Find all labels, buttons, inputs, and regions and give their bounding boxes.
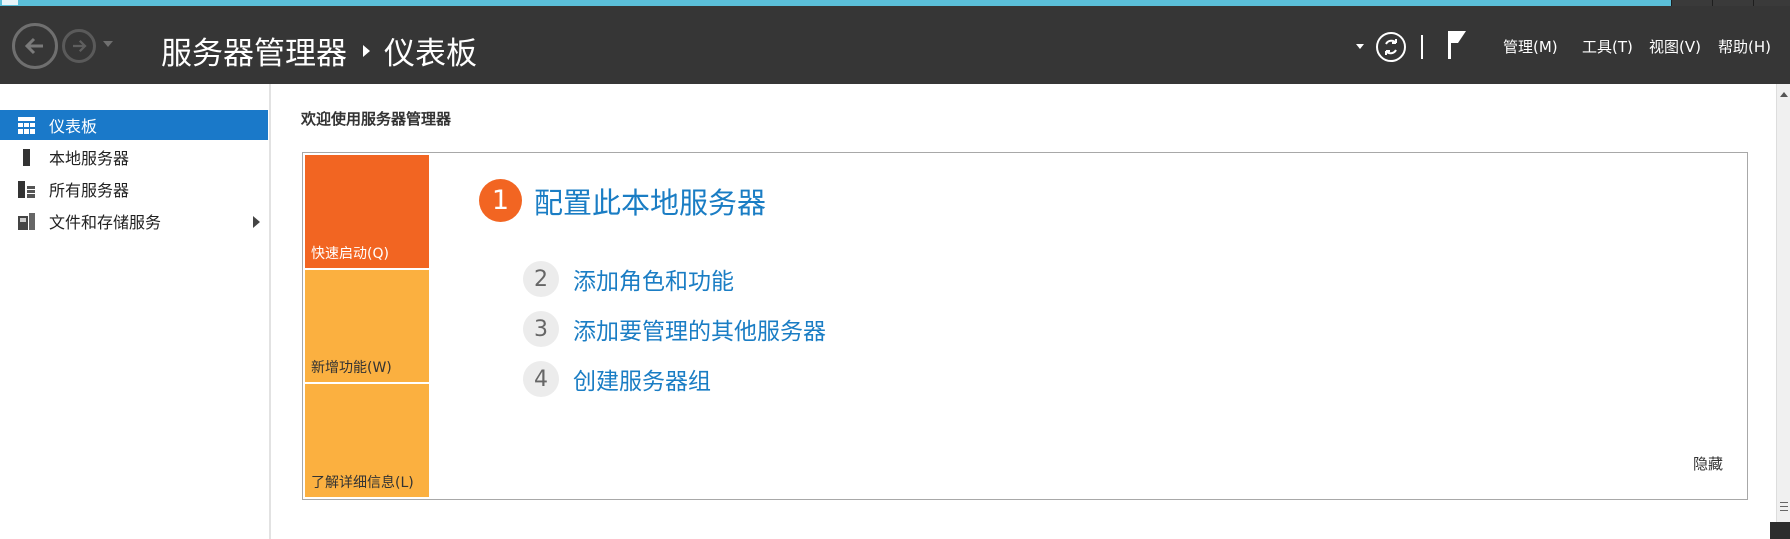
step-add-roles[interactable]: 2 添加角色和功能 — [523, 261, 734, 297]
dashboard-icon — [18, 116, 35, 134]
sidebar-item-local-server[interactable]: 本地服务器 — [0, 142, 268, 172]
step-link[interactable]: 添加角色和功能 — [573, 262, 734, 296]
sidebar-item-label: 文件和存储服务 — [49, 213, 162, 232]
welcome-panel: 快速启动(Q) 新增功能(W) 了解详细信息(L) 1 配置此本地服务器 2 添… — [302, 152, 1748, 500]
sidebar-item-label: 本地服务器 — [49, 149, 130, 168]
breadcrumb-dropdown-icon[interactable] — [1356, 44, 1364, 49]
step-number-badge: 3 — [523, 311, 559, 347]
header-bar: 服务器管理器 仪表板 管理(M) 工具(T) 视图(V) 帮助(H) — [0, 6, 1790, 84]
hide-link[interactable]: 隐藏 — [1693, 453, 1723, 474]
corner-widget — [1770, 522, 1790, 539]
back-arrow-icon — [24, 37, 43, 55]
tile-label: 快速启动(Q) — [311, 246, 389, 262]
history-dropdown-icon[interactable] — [103, 41, 113, 47]
all-servers-icon — [18, 180, 35, 198]
sidebar-item-label: 仪表板 — [49, 117, 98, 136]
tile-learn-more[interactable]: 了解详细信息(L) — [305, 384, 429, 497]
step-configure-local-server[interactable]: 1 配置此本地服务器 — [479, 179, 766, 222]
tile-label: 新增功能(W) — [311, 360, 392, 376]
breadcrumb-root[interactable]: 服务器管理器 — [161, 28, 347, 73]
step-link[interactable]: 添加要管理的其他服务器 — [573, 312, 826, 346]
step-number-badge: 2 — [523, 261, 559, 297]
sidebar-item-dashboard[interactable]: 仪表板 — [0, 110, 268, 140]
scroll-up-icon[interactable] — [1780, 92, 1788, 97]
welcome-heading: 欢迎使用服务器管理器 — [301, 110, 452, 128]
step-add-servers[interactable]: 3 添加要管理的其他服务器 — [523, 311, 826, 347]
breadcrumb: 服务器管理器 仪表板 — [161, 28, 477, 73]
tile-whats-new[interactable]: 新增功能(W) — [305, 270, 429, 382]
sidebar-item-all-servers[interactable]: 所有服务器 — [0, 174, 268, 204]
vertical-scrollbar[interactable] — [1776, 84, 1790, 539]
menu-manage[interactable]: 管理(M) — [1503, 36, 1558, 57]
tile-quick-start[interactable]: 快速启动(Q) — [305, 155, 429, 268]
menu-help[interactable]: 帮助(H) — [1718, 36, 1771, 57]
forward-button[interactable] — [62, 29, 96, 63]
toolbar-divider — [1421, 35, 1423, 59]
menu-view[interactable]: 视图(V) — [1649, 36, 1701, 57]
tile-label: 了解详细信息(L) — [311, 475, 414, 491]
menu-tools[interactable]: 工具(T) — [1582, 36, 1633, 57]
step-link[interactable]: 创建服务器组 — [573, 362, 711, 396]
refresh-icon — [1385, 39, 1397, 55]
back-button[interactable] — [12, 23, 58, 69]
sidebar: 仪表板 本地服务器 所有服务器 文件和存储服务 — [0, 84, 271, 539]
sidebar-item-label: 所有服务器 — [49, 181, 130, 200]
step-number-badge: 1 — [479, 179, 522, 222]
local-server-icon — [18, 148, 35, 166]
file-storage-icon — [18, 212, 35, 230]
expand-arrow-icon[interactable] — [253, 216, 260, 228]
scroll-grip-icon[interactable] — [1780, 502, 1788, 511]
breadcrumb-current: 仪表板 — [384, 36, 477, 72]
app-icon — [2, 0, 18, 5]
forward-arrow-icon — [73, 39, 87, 53]
notifications-flag-icon[interactable] — [1446, 29, 1468, 65]
step-link[interactable]: 配置此本地服务器 — [534, 180, 766, 222]
step-number-badge: 4 — [523, 361, 559, 397]
refresh-button[interactable] — [1376, 32, 1406, 62]
sidebar-item-file-storage[interactable]: 文件和存储服务 — [0, 206, 268, 236]
breadcrumb-separator-icon — [363, 44, 370, 57]
step-create-server-group[interactable]: 4 创建服务器组 — [523, 361, 711, 397]
